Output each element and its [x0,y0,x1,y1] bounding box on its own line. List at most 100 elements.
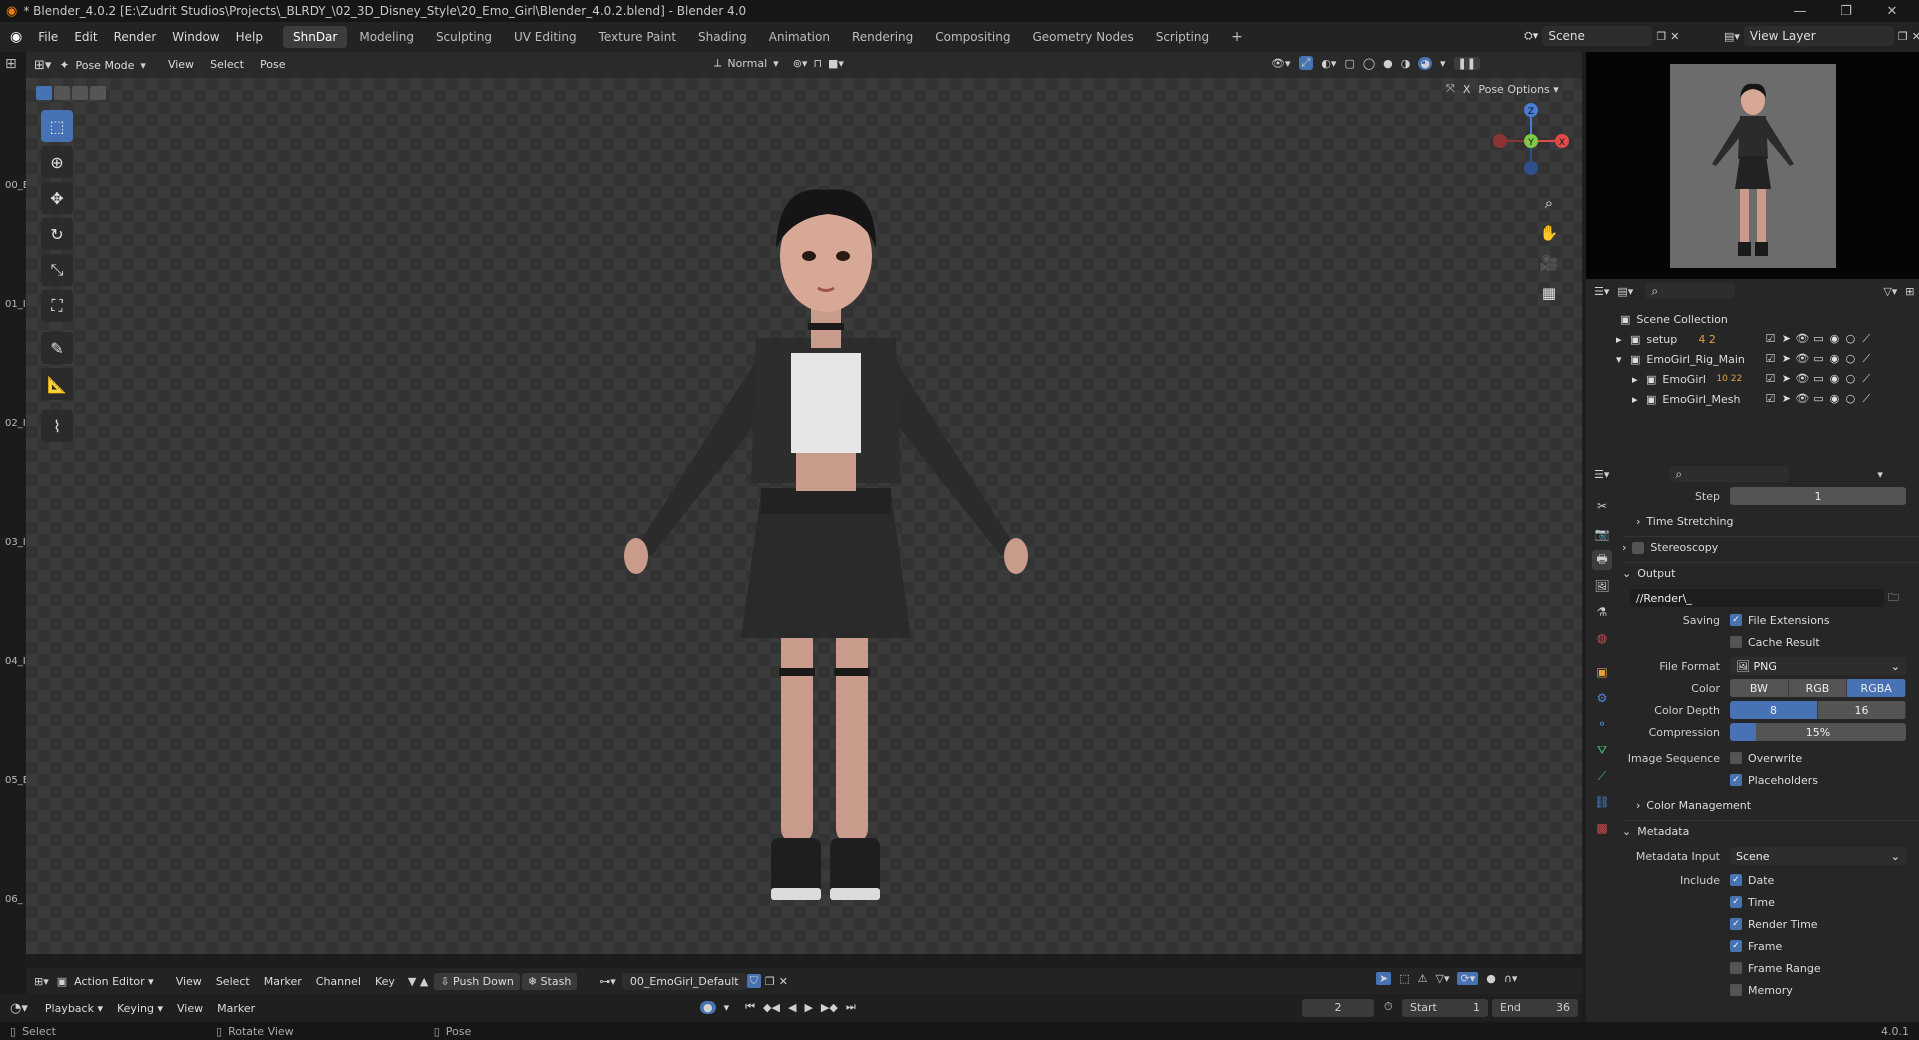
render-tab-icon[interactable]: 📷 [1592,524,1612,544]
time-stretching-section[interactable]: › Time Stretching [1622,510,1919,532]
expand-icon[interactable]: ▸ [1632,393,1646,406]
outliner-editor-icon[interactable]: ☰▾ [1594,285,1609,298]
menu-channel[interactable]: Channel [309,975,368,988]
indirect-icon[interactable]: ⟋ [1858,372,1874,386]
include-memory-checkbox[interactable] [1730,984,1742,996]
only-selected-icon[interactable]: ➤ [1376,972,1392,985]
menu-select[interactable]: Select [202,50,252,80]
include-render-time-checkbox[interactable]: ✓ [1730,918,1742,930]
indirect-icon[interactable]: ⟋ [1858,352,1874,366]
pause-render-icon[interactable]: ❚❚ [1453,56,1480,70]
display-mode-icon[interactable]: ▤▾ [1617,285,1633,298]
scene-tab-icon[interactable]: ⚗ [1592,602,1612,622]
bone-tool[interactable]: ⌇ [41,410,73,442]
rendered-shading-icon[interactable]: ◕ [1418,56,1432,70]
action-browse-icon[interactable]: ⊶▾ [599,975,616,988]
delete-view-layer-icon[interactable]: ✕ [1912,30,1919,43]
properties-search-input[interactable]: ⌕ [1669,466,1790,482]
physics-tab-icon[interactable]: ⛛ [1592,740,1612,760]
file-extensions-checkbox[interactable]: ✓ [1730,614,1742,626]
bone-constraint-tab-icon[interactable]: ⛓ [1592,792,1612,812]
color-rgb-option[interactable]: RGB [1788,679,1848,697]
pan-hand-icon[interactable]: ✋ [1536,220,1562,246]
mirror-icon[interactable]: ⤧ [1446,82,1455,96]
object-tab-icon[interactable]: ▣ [1592,662,1612,682]
include-frame-range-checkbox[interactable] [1730,962,1742,974]
action-editor-mode-dropdown[interactable]: Action Editor ▾ [67,975,161,988]
select-arrow-icon[interactable]: ➤ [1778,372,1794,385]
character-figure[interactable] [566,138,1086,938]
outliner-search-input[interactable]: ⌕ [1645,283,1736,299]
stereoscopy-checkbox[interactable] [1632,541,1645,554]
close-window-button[interactable]: ✕ [1872,0,1912,22]
stereoscopy-section[interactable]: › Stereoscopy [1622,536,1919,558]
menu-select[interactable]: Select [209,975,257,988]
outliner-row-emogirl-mesh[interactable]: ▸ ▣ EmoGirl_Mesh ☑ ➤ 👁 ▭ ◉ ○ ⟋ [1586,389,1919,409]
select-new-icon[interactable] [36,86,52,100]
rotate-tool[interactable]: ↻ [41,218,73,250]
include-time-checkbox[interactable]: ✓ [1730,896,1742,908]
new-action-icon[interactable]: ❐ [765,975,775,988]
camera-icon[interactable]: ◉ [1826,352,1842,365]
eye-icon[interactable]: 👁 [1794,352,1810,365]
end-frame-field[interactable]: End 36 [1492,999,1578,1017]
tab-animation[interactable]: Animation [759,26,840,48]
snapping-icon[interactable]: ⟳▾ [1457,972,1479,985]
navigation-gizmo[interactable]: Z X Y [1486,96,1576,186]
outliner-row-setup[interactable]: ▸ ▣ setup 4 2 ☑ ➤ 👁 ▭ ◉ ○ ⟋ [1586,329,1919,349]
color-bw-option[interactable]: BW [1730,679,1789,697]
annotate-tool[interactable]: ✎ [41,332,73,364]
pivot-icon[interactable]: ⊚▾ [793,57,808,70]
menu-render[interactable]: Render [106,22,165,52]
dopesheet-editor-icon[interactable]: ⊞▾ [26,975,57,988]
tab-sculpting[interactable]: Sculpting [426,26,502,48]
checkbox-icon[interactable]: ☑ [1762,352,1778,365]
menu-help[interactable]: Help [228,22,271,52]
menu-view[interactable]: View [169,975,209,988]
properties-editor-icon[interactable]: ☰▾ [1594,468,1609,481]
eye-icon[interactable]: 👁 [1794,372,1810,385]
expand-icon[interactable]: ▸ [1616,333,1630,346]
menu-pose[interactable]: Pose [252,50,293,80]
menu-window[interactable]: Window [164,22,227,52]
auto-key-icon[interactable]: ● [700,1000,716,1014]
camera-icon[interactable]: ◉ [1826,332,1842,345]
view-layer-icon[interactable]: ▤▾ [1724,30,1740,43]
show-hidden-icon[interactable]: ⬚ [1399,972,1409,985]
output-section[interactable]: ⌄ Output [1622,562,1919,584]
view-layer-tab-icon[interactable]: 🖼 [1592,576,1612,596]
tab-shndar[interactable]: ShnDar [282,26,348,48]
maximize-button[interactable]: ❐ [1826,0,1866,22]
stopwatch-icon[interactable]: ⏱ [1384,1000,1393,1014]
solid-shading-icon[interactable]: ● [1383,57,1393,70]
compression-slider[interactable]: 15% [1730,723,1906,741]
proportional-icon[interactable]: ● [1486,972,1496,985]
expand-icon[interactable]: ▸ [1632,373,1646,386]
outliner-row-emogirl[interactable]: ▸ ▣ EmoGirl 10 22 ☑ ➤ 👁 ▭ ◉ ○ ⟋ [1586,369,1919,389]
camera-icon[interactable]: ◉ [1826,372,1842,385]
menu-view[interactable]: View [160,50,202,80]
tab-compositing[interactable]: Compositing [925,26,1020,48]
fake-user-icon[interactable]: ⛉ [746,974,761,988]
timeline-editor-icon[interactable]: ◔▾ [0,1001,38,1016]
indirect-icon[interactable]: ⟋ [1858,332,1874,346]
action-name-field[interactable]: 00_EmoGirl_Default [621,972,747,990]
particles-tab-icon[interactable]: ⚬ [1592,714,1612,734]
play-reverse-icon[interactable]: ◀ [788,1001,796,1014]
monitor-icon[interactable]: ▭ [1810,332,1826,345]
color-depth-16-option[interactable]: 16 [1818,701,1906,719]
holdout-icon[interactable]: ○ [1842,352,1858,365]
metadata-input-dropdown[interactable]: Scene ⌄ [1730,847,1906,865]
scene-icon[interactable]: ⛭▾ [1524,29,1538,43]
metadata-section[interactable]: ⌄ Metadata [1622,820,1919,842]
errors-icon[interactable]: ⚠ [1418,972,1428,985]
include-frame-checkbox[interactable]: ✓ [1730,940,1742,952]
holdout-icon[interactable]: ○ [1842,372,1858,385]
indirect-icon[interactable]: ⟋ [1858,392,1874,406]
3d-viewport[interactable]: ⬚ ⊕ ✥ ↻ ⤡ ⛶ ✎ 📐 ⌇ ⤧ X Pose Options ▾ Z X… [26,78,1582,954]
overwrite-checkbox[interactable] [1730,752,1742,764]
checkbox-icon[interactable]: ☑ [1762,392,1778,405]
start-frame-field[interactable]: Start 1 [1402,999,1488,1017]
color-rgba-option[interactable]: RGBA [1847,679,1906,697]
menu-file[interactable]: File [30,22,66,52]
